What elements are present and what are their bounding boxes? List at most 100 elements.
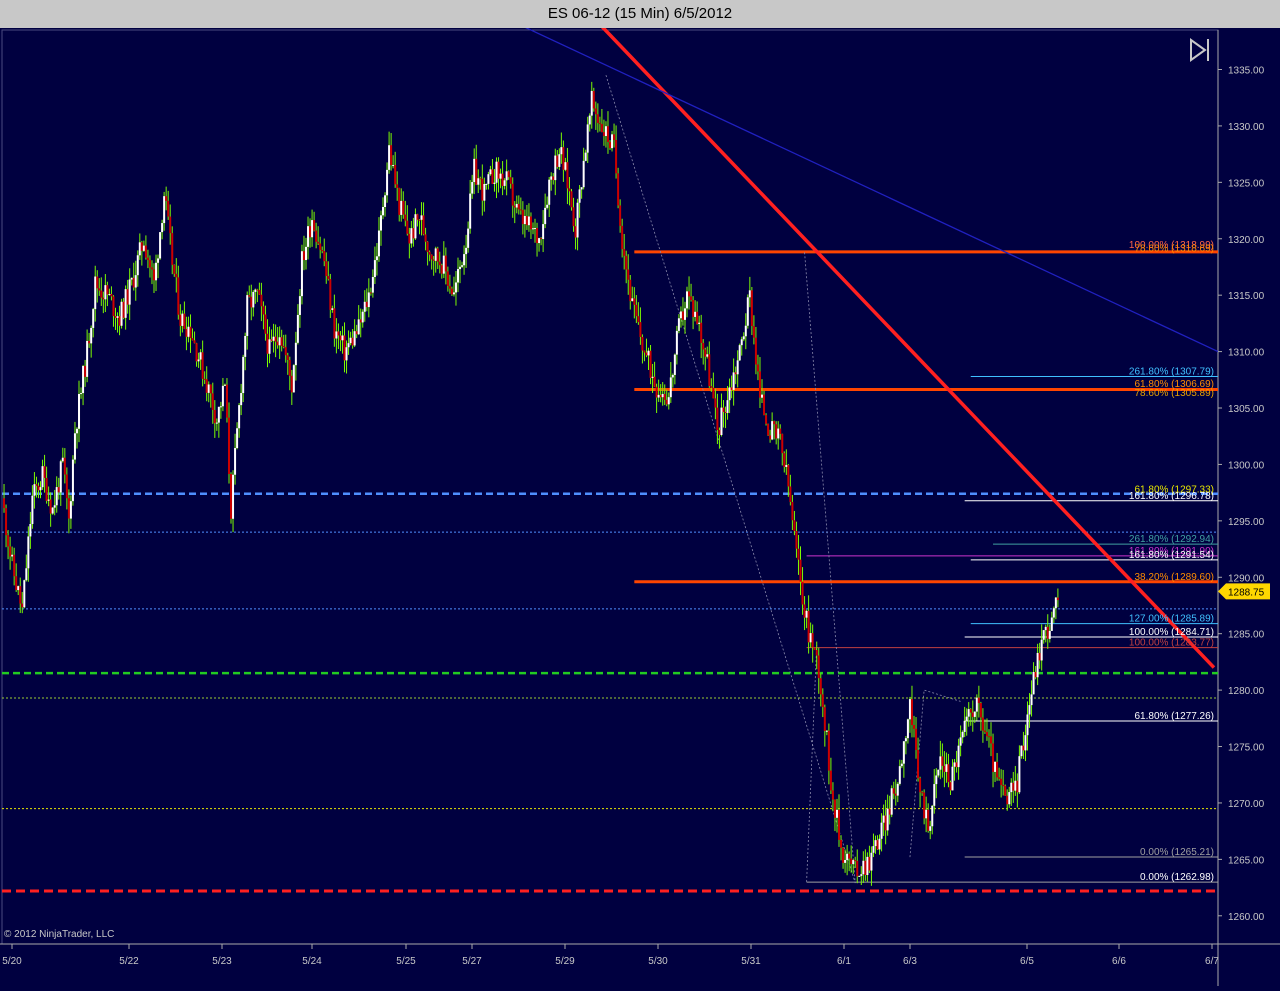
candle-body-325 <box>661 393 664 398</box>
candle-body-6 <box>15 576 18 591</box>
candle-body-199 <box>406 220 409 234</box>
candle-body-361 <box>734 372 737 375</box>
candle-body-321 <box>653 376 656 387</box>
candle-body-138 <box>282 345 285 348</box>
candle-body-425 <box>864 860 867 875</box>
candle-body-81 <box>167 200 170 217</box>
candle-body-435 <box>884 815 887 831</box>
candle-body-78 <box>161 223 164 233</box>
chart-area[interactable]: 100.00% (1318.99) 78.60% (1318.69) 261.80%… <box>0 23 1280 986</box>
candle-body-27 <box>57 487 60 493</box>
price-chart[interactable]: 100.00% (1318.99)78.60% (1318.69)261.80%… <box>0 23 1280 986</box>
candle-body-24 <box>51 507 54 514</box>
candle-body-211 <box>430 254 433 260</box>
candle-body-427 <box>868 856 871 871</box>
candle-body-281 <box>572 207 575 227</box>
candle-body-129 <box>264 314 267 334</box>
candle-body-260 <box>529 216 532 230</box>
candle-body-13 <box>29 523 32 537</box>
candle-body-369 <box>750 290 753 327</box>
candle-body-59 <box>122 301 125 318</box>
candle-body-406 <box>825 730 828 732</box>
fib-label-11: 127.00% (1285.89) <box>1129 614 1214 625</box>
candle-body-493 <box>1002 785 1005 787</box>
candle-body-511 <box>1038 652 1041 661</box>
candle-body-422 <box>858 875 861 877</box>
candle-body-293 <box>596 114 599 123</box>
candle-body-440 <box>894 793 897 796</box>
candle-body-405 <box>823 707 826 731</box>
candle-body-91 <box>187 326 190 337</box>
candle-body-515 <box>1046 626 1049 639</box>
candle-body-509 <box>1034 671 1037 678</box>
candle-body-148 <box>302 251 305 261</box>
candle-body-146 <box>298 296 301 315</box>
candle-body-501 <box>1018 756 1021 793</box>
candle-body-323 <box>657 394 660 398</box>
y-tick-label-10: 1310.00 <box>1228 348 1265 359</box>
candle-body-127 <box>260 294 263 307</box>
x-tick-label-1: 5/22 <box>119 956 139 967</box>
candle-body-244 <box>497 161 500 179</box>
candle-body-83 <box>171 233 174 265</box>
candle-body-378 <box>769 435 772 440</box>
candle-body-67 <box>138 242 141 256</box>
candle-body-113 <box>232 474 235 519</box>
last-price-label: 1288.75 <box>1228 587 1265 598</box>
candle-body-182 <box>371 277 374 293</box>
candle-body-212 <box>432 259 435 261</box>
candle-body-226 <box>461 265 464 267</box>
y-tick-label-14: 1330.00 <box>1228 122 1265 133</box>
candle-body-7 <box>17 586 20 591</box>
candle-body-210 <box>428 252 431 255</box>
candle-body-353 <box>718 430 721 435</box>
candle-body-264 <box>538 238 541 244</box>
candle-body-42 <box>88 340 91 344</box>
candle-body-220 <box>448 285 451 289</box>
candle-body-85 <box>175 273 178 278</box>
candle-body-498 <box>1012 782 1015 791</box>
y-tick-label-9: 1305.00 <box>1228 404 1265 415</box>
candle-body-172 <box>351 337 354 346</box>
candle-body-157 <box>321 250 324 252</box>
candle-body-10 <box>23 580 26 608</box>
candle-body-193 <box>394 165 397 185</box>
candle-body-472 <box>959 737 962 746</box>
candle-body-28 <box>59 461 62 493</box>
candle-body-159 <box>325 261 328 276</box>
candle-body-301 <box>613 134 616 140</box>
candle-body-280 <box>570 191 573 208</box>
candle-body-475 <box>965 716 968 721</box>
candle-body-150 <box>307 226 310 247</box>
candle-body-259 <box>527 216 530 226</box>
candle-body-291 <box>592 90 595 109</box>
candle-body-1 <box>5 508 8 536</box>
candle-body-72 <box>148 260 151 268</box>
candle-body-144 <box>294 342 297 366</box>
candle-body-20 <box>43 466 46 478</box>
candle-body-414 <box>842 847 845 863</box>
fib-label-14: 61.80% (1277.26) <box>1134 711 1214 722</box>
candle-body-114 <box>234 448 237 475</box>
window-title: ES 06-12 (15 Min) 6/5/2012 <box>0 0 1280 29</box>
candle-body-432 <box>878 838 881 850</box>
candle-body-352 <box>716 407 719 431</box>
candle-body-46 <box>96 276 99 289</box>
candle-body-133 <box>272 336 275 341</box>
candle-body-206 <box>420 215 423 220</box>
candle-body-335 <box>681 311 684 320</box>
x-tick-label-8: 5/31 <box>741 956 761 967</box>
candle-body-14 <box>31 495 34 524</box>
candle-body-404 <box>821 694 824 708</box>
candle-body-65 <box>134 275 137 288</box>
candle-body-490 <box>996 761 999 778</box>
candle-body-181 <box>369 292 372 294</box>
candle-body-243 <box>495 161 498 183</box>
candle-body-108 <box>221 385 224 407</box>
candle-body-49 <box>102 297 105 300</box>
candle-body-478 <box>971 712 974 717</box>
candle-body-16 <box>35 484 38 486</box>
candle-body-242 <box>493 182 496 184</box>
candle-body-156 <box>319 243 322 251</box>
candle-body-504 <box>1024 735 1027 751</box>
